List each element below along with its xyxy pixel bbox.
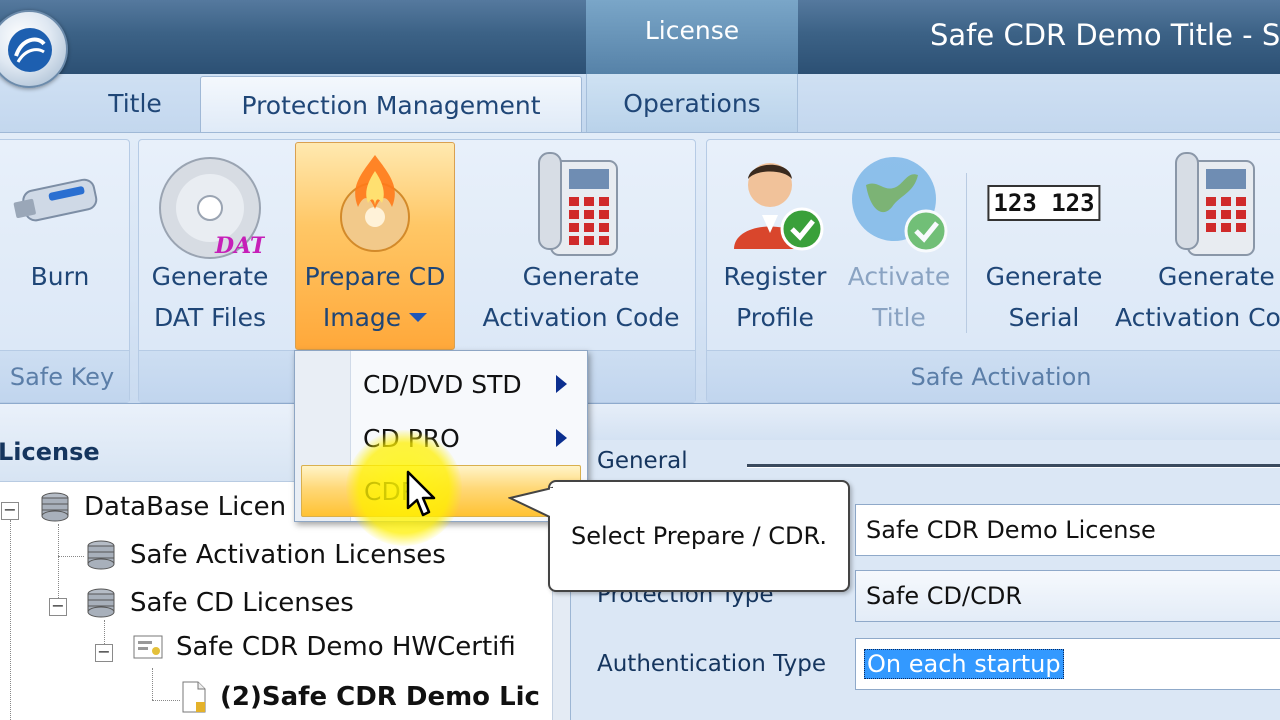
tree-node-safe-activation-licenses[interactable]: Safe Activation Licenses — [84, 538, 446, 572]
title-bar: License Safe CDR Demo Title - Se — [0, 0, 1280, 74]
dropdown-arrow-icon — [409, 313, 428, 322]
database-icon — [87, 588, 115, 618]
generate-activation-label-line1: Generate — [522, 262, 640, 291]
authentication-type-field[interactable]: On each startup — [855, 638, 1280, 690]
window-title: Safe CDR Demo Title - Se — [930, 18, 1280, 52]
generate-activation-2-label-line1: Generate — [1158, 262, 1275, 291]
activate-title-label-line1: Activate — [847, 262, 951, 291]
protection-type-select[interactable]: Safe CD/CDR — [855, 570, 1280, 622]
tree-collapse-toggle[interactable]: − — [1, 502, 19, 520]
tree-collapse-toggle[interactable]: − — [49, 598, 67, 616]
tree-line — [10, 520, 11, 720]
tree-collapse-toggle[interactable]: − — [95, 644, 113, 662]
tree-line — [58, 524, 59, 604]
authentication-type-label: Authentication Type — [597, 651, 826, 677]
generate-dat-label-line2: DAT Files — [153, 303, 267, 332]
prepare-cd-label-line1: Prepare CD — [304, 262, 446, 291]
phone-icon — [1175, 152, 1255, 256]
menu-item-cd-pro[interactable]: CD PRO — [301, 413, 581, 463]
properties-header — [571, 404, 1280, 440]
section-general-title: General — [597, 448, 688, 474]
generate-activation-label: Generate Activation Code — [474, 256, 688, 338]
activate-title-label-line2: Title — [872, 303, 926, 332]
tree-node-database-licenses[interactable]: DataBase Licen — [38, 490, 286, 524]
user-check-icon — [734, 163, 824, 251]
license-file-icon — [182, 681, 206, 713]
burn-label: Burn — [30, 262, 90, 291]
generate-serial-label-line1: Generate — [985, 262, 1103, 291]
tree-node-label: (2)Safe CDR Demo Lic — [220, 682, 540, 712]
license-name-field[interactable]: Safe CDR Demo License — [855, 504, 1280, 556]
certificate-icon — [133, 635, 163, 659]
menu-item-label: CD/DVD STD — [363, 369, 522, 399]
burn-button[interactable]: Burn — [0, 143, 120, 333]
generate-serial-label-line2: Serial — [1008, 303, 1080, 332]
generate-serial-label: Generate Serial — [978, 256, 1110, 338]
ribbon-separator — [966, 173, 967, 333]
tab-title[interactable]: Title — [60, 74, 210, 132]
tree-line — [152, 668, 153, 700]
prepare-cd-image-button[interactable]: Prepare CD Image — [295, 142, 455, 350]
tree-node-label: Safe CD Licenses — [130, 588, 354, 618]
database-icon — [87, 540, 115, 570]
serial-number-icon: 123 123 — [987, 185, 1101, 221]
register-profile-button[interactable]: Register Profile — [716, 143, 834, 333]
menu-item-cd-dvd-std[interactable]: CD/DVD STD — [301, 359, 581, 409]
generate-activation-code-2-button[interactable]: Generate Activation Co — [1112, 143, 1280, 333]
tree-line — [58, 556, 84, 557]
app-logo-icon — [8, 28, 52, 72]
tree-node-safe-cdr-demo-license[interactable]: (2)Safe CDR Demo Lic — [180, 680, 540, 714]
tree-node-safe-cd-licenses[interactable]: Safe CD Licenses — [84, 586, 354, 620]
generate-activation-2-label-line2: Activation Co — [1115, 303, 1280, 332]
register-profile-label: Register Profile — [716, 256, 834, 338]
usb-key-icon — [13, 178, 98, 222]
disc-icon: DAT — [159, 157, 265, 259]
tree-line — [152, 700, 180, 701]
prepare-cd-label: Prepare CD Image — [296, 256, 454, 338]
submenu-arrow-icon — [556, 375, 567, 393]
activate-title-label: Activate Title — [842, 256, 956, 338]
license-pane-title: License — [0, 438, 100, 466]
generate-activation-label-line2: Activation Code — [482, 303, 680, 332]
ribbon: Safe Key Burn DAT Generate DAT Files Pre… — [0, 132, 1280, 404]
ribbon-tab-row: Title Protection Management Operations — [0, 74, 1280, 133]
tree-node-label: Safe Activation Licenses — [130, 540, 446, 570]
activate-title-button[interactable]: Activate Title — [842, 143, 956, 333]
menu-item-label: CD PRO — [363, 423, 460, 453]
generate-activation-2-label: Generate Activation Co — [1115, 256, 1280, 338]
generate-dat-label-line1: Generate — [151, 262, 269, 291]
globe-check-icon — [852, 157, 948, 253]
group-label-safe-key: Safe Key — [0, 350, 129, 402]
prepare-cd-label-line2: Image — [322, 303, 402, 332]
phone-icon — [538, 152, 618, 256]
register-profile-label-line2: Profile — [736, 303, 814, 332]
generate-dat-label: Generate DAT Files — [146, 256, 274, 338]
generate-dat-files-button[interactable]: DAT Generate DAT Files — [146, 143, 274, 333]
burning-disc-icon — [340, 155, 410, 252]
submenu-arrow-icon — [556, 429, 567, 447]
register-profile-label-line1: Register — [723, 262, 827, 291]
generate-activation-code-button[interactable]: Generate Activation Code — [474, 143, 688, 333]
database-icon — [41, 492, 69, 522]
tree-node-label: DataBase Licen — [84, 492, 287, 522]
tree-node-safe-cdr-demo-hwcertificate[interactable]: Safe CDR Demo HWCertifi — [132, 632, 516, 662]
section-divider — [747, 464, 1280, 468]
context-tab-label: License — [644, 16, 740, 45]
tab-protection-management[interactable]: Protection Management — [200, 76, 582, 133]
mouse-pointer-icon — [406, 470, 436, 517]
generate-serial-button[interactable]: 123 123 Generate Serial — [978, 143, 1110, 333]
group-label-safe-activation: Safe Activation — [707, 350, 1280, 402]
callout-pointer — [508, 486, 558, 520]
tab-operations[interactable]: Operations — [586, 74, 798, 132]
tree-node-label: Safe CDR Demo HWCertifi — [176, 632, 516, 662]
tutorial-callout: Select Prepare / CDR. — [548, 480, 850, 592]
authentication-type-value: On each startup — [864, 649, 1064, 679]
